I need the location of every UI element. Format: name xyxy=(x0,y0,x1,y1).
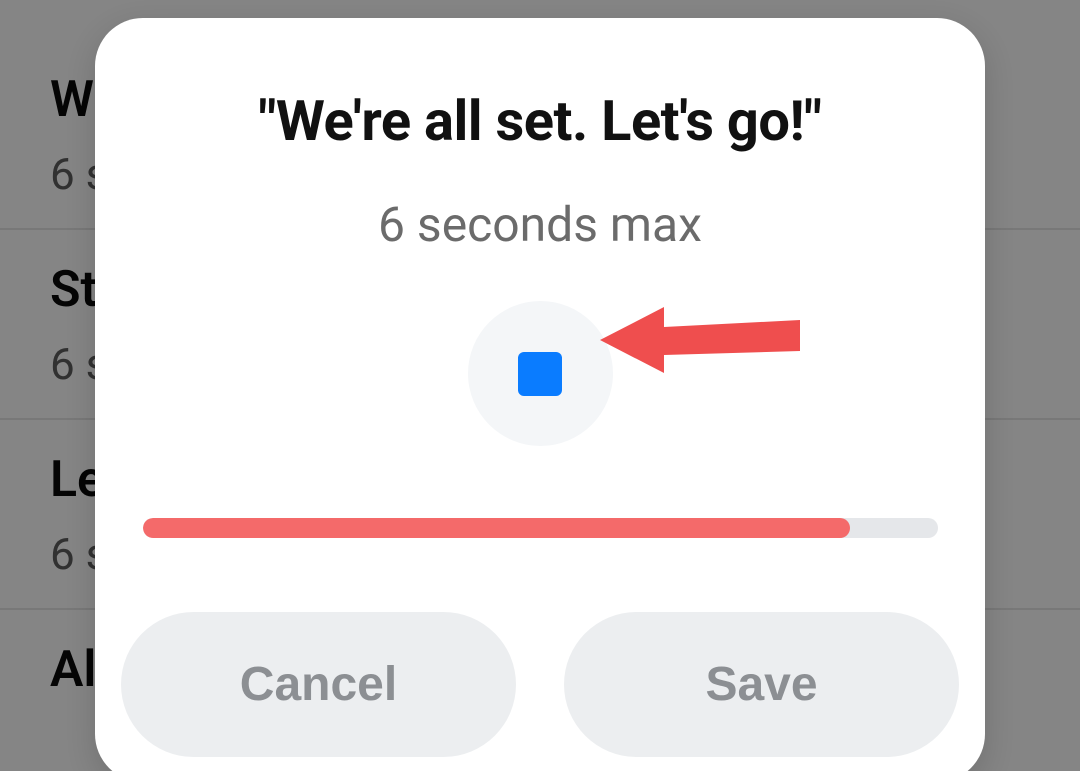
modal-title: "We're all set. Let's go!" xyxy=(258,88,821,154)
recording-modal: "We're all set. Let's go!" 6 seconds max… xyxy=(95,18,985,771)
modal-subtitle: 6 seconds max xyxy=(378,196,702,253)
stop-recording-button[interactable] xyxy=(468,301,613,446)
save-button[interactable]: Save xyxy=(564,612,959,757)
stop-icon xyxy=(518,352,562,396)
recording-progress-fill xyxy=(143,518,851,538)
modal-button-row: Cancel Save xyxy=(120,612,960,757)
cancel-button[interactable]: Cancel xyxy=(121,612,516,757)
recording-progress[interactable] xyxy=(143,518,938,538)
